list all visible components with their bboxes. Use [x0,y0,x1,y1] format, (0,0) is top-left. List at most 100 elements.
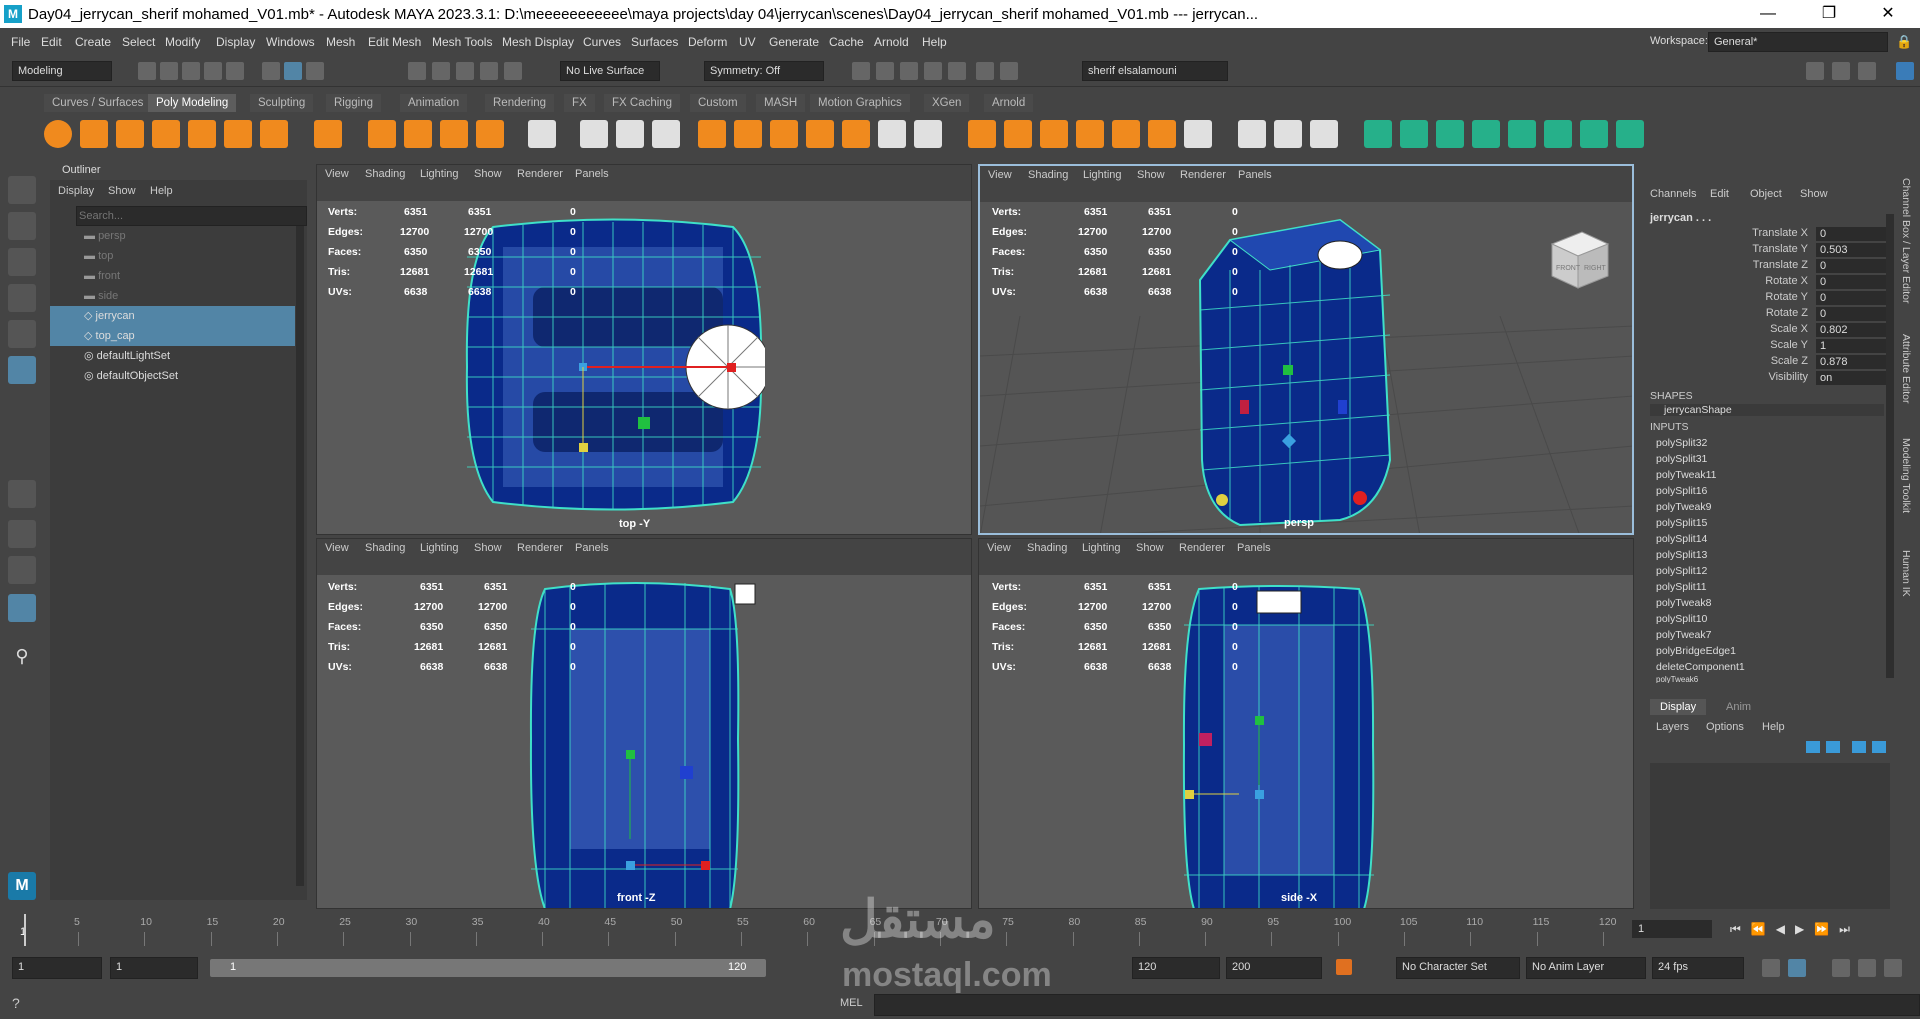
move-layer-up-icon[interactable] [1806,741,1820,753]
menu-modify[interactable]: Modify [165,35,200,49]
mirror-icon[interactable] [842,120,870,148]
poly-torus-icon[interactable] [188,120,216,148]
shape-item[interactable]: jerrycanShape [1650,404,1884,416]
menu-mesh-display[interactable]: Mesh Display [502,35,574,49]
outliner-item-default-light-set[interactable]: ◎ defaultLightSet [50,346,295,366]
shelf-tab-custom[interactable]: Custom [690,94,746,112]
viewport-toolbar[interactable] [980,184,1632,202]
menu-help[interactable]: Help [922,35,947,49]
target-weld-icon[interactable] [1184,120,1212,148]
svg-icon[interactable] [476,120,504,148]
vp-menu-renderer[interactable]: Renderer [517,168,563,180]
reduce-icon[interactable] [914,120,942,148]
tool-settings-icon[interactable] [1858,62,1876,80]
channel-value-scale-z[interactable]: 0.878 [1816,355,1888,369]
input-item[interactable]: polySplit13 [1656,549,1707,561]
uv-layout-icon[interactable] [1544,120,1572,148]
vp-menu-view[interactable]: View [325,168,349,180]
poly-cube-icon[interactable] [80,120,108,148]
move-tool-icon[interactable] [8,284,36,312]
render-frame-icon[interactable] [852,62,870,80]
close-button[interactable]: ✕ [1865,2,1911,26]
input-item[interactable]: polySplit31 [1656,453,1707,465]
vp-menu-shading[interactable]: Shading [365,168,405,180]
ipr-render-icon[interactable] [900,62,918,80]
menu-arnold[interactable]: Arnold [874,35,909,49]
input-item[interactable]: polyTweak7 [1656,629,1711,641]
menu-curves[interactable]: Curves [583,35,621,49]
outliner-item-side[interactable]: ▬ side [50,286,295,306]
playback-end-field[interactable]: 120 [1132,957,1220,979]
playhead[interactable] [24,914,26,946]
scale-tool-icon[interactable] [8,356,36,384]
side-tab-modeling-toolkit[interactable]: Modeling Toolkit [1900,438,1912,513]
shelf-tab-xgen[interactable]: XGen [924,94,970,112]
shelf-tab-fx-caching[interactable]: FX Caching [604,94,681,112]
outliner-item-top-cap[interactable]: ◇ top_cap [50,326,295,346]
input-item[interactable]: polySplit10 [1656,613,1707,625]
channel-value-translate-y[interactable]: 0.503 [1816,243,1888,257]
insert-edge-loop-icon[interactable] [1274,120,1302,148]
paint-select-icon[interactable] [8,248,36,276]
channel-value-scale-x[interactable]: 0.802 [1816,323,1888,337]
menu-mesh[interactable]: Mesh [326,35,355,49]
channel-menu-object[interactable]: Object [1750,188,1782,200]
uv-cut-icon[interactable] [1580,120,1608,148]
vp-menu-view[interactable]: View [325,542,349,554]
scene-start-field[interactable]: 1 [12,957,102,979]
channel-menu-edit[interactable]: Edit [1710,188,1729,200]
poly-cylinder-icon[interactable] [116,120,144,148]
vp-menu-show[interactable]: Show [474,542,502,554]
uv-automatic-icon[interactable] [1472,120,1500,148]
mode-dropdown[interactable]: Modeling [12,61,112,81]
vp-menu-panels[interactable]: Panels [1237,542,1271,554]
poly-disc-icon[interactable] [260,120,288,148]
input-item[interactable]: polyTweak6 [1656,675,1698,683]
outliner-menu-help[interactable]: Help [150,185,173,197]
vp-menu-view[interactable]: View [988,169,1012,181]
combine-icon[interactable] [698,120,726,148]
outliner-item-top[interactable]: ▬ top [50,246,295,266]
vp-menu-renderer[interactable]: Renderer [1179,542,1225,554]
channel-menu-channels[interactable]: Channels [1650,188,1696,200]
pause-icon[interactable] [1000,62,1018,80]
channel-value-scale-y[interactable]: 1 [1816,339,1888,353]
two-pane-layout-icon[interactable] [8,556,36,584]
outliner-item-persp[interactable]: ▬ persp [50,226,295,246]
four-pane-layout-icon[interactable] [8,520,36,548]
append-polygon-icon[interactable] [1112,120,1140,148]
merge-icon[interactable] [1148,120,1176,148]
auto-key-icon[interactable] [1336,959,1352,975]
outliner-menu-show[interactable]: Show [108,185,136,197]
input-item[interactable]: polySplit32 [1656,437,1707,449]
outliner-item-front[interactable]: ▬ front [50,266,295,286]
bridge-icon[interactable] [1040,120,1068,148]
select-object-icon[interactable] [284,62,302,80]
uv-planar-icon[interactable] [1364,120,1392,148]
loop-icon[interactable] [1762,959,1780,977]
undo-icon[interactable] [204,62,222,80]
key-ticks-icon[interactable] [1788,959,1806,977]
freeze-transforms-icon[interactable] [616,120,644,148]
uv-sew-icon[interactable] [1616,120,1644,148]
vp-menu-lighting[interactable]: Lighting [420,542,459,554]
workspace-dropdown[interactable]: General* [1708,32,1888,52]
vp-menu-panels[interactable]: Panels [575,542,609,554]
shelf-tab-poly-modeling[interactable]: Poly Modeling [148,94,237,112]
input-item[interactable]: polyTweak9 [1656,501,1711,513]
menu-edit[interactable]: Edit [41,35,62,49]
user-dropdown[interactable]: sherif elsalamouni [1082,61,1228,81]
redo-icon[interactable] [226,62,244,80]
shelf-tab-mash[interactable]: MASH [756,94,806,112]
new-layer-selected-icon[interactable] [1872,741,1886,753]
poly-sphere-icon[interactable] [44,120,72,148]
playback-controls[interactable]: ⏮⏪◀▶⏩⏭ [1730,922,1860,937]
menu-edit-mesh[interactable]: Edit Mesh [368,35,421,49]
side-tab-human-ik[interactable]: Human IK [1900,550,1912,597]
view-cube[interactable]: FRONT RIGHT [1542,222,1614,294]
channel-box-scrollbar[interactable] [1886,214,1894,678]
lasso-tool-icon[interactable] [8,212,36,240]
menu-cache[interactable]: Cache [829,35,864,49]
sweep-mesh-icon[interactable] [404,120,432,148]
center-pivot-icon[interactable] [580,120,608,148]
